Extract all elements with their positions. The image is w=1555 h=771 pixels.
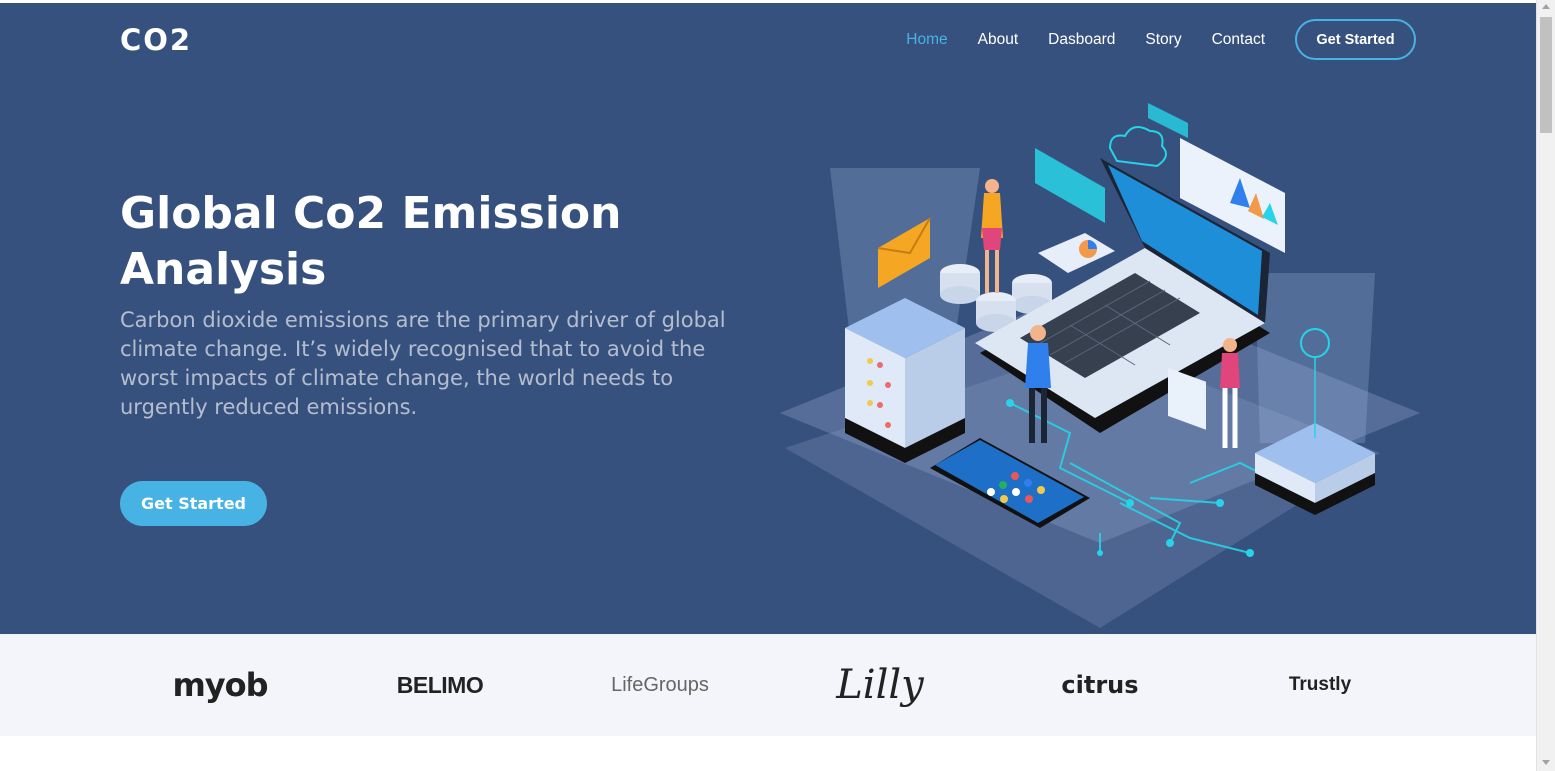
client-logo-lilly: Lilly (836, 662, 924, 708)
scrollbar-thumb[interactable] (1540, 17, 1552, 133)
scroll-down-icon[interactable] (1542, 760, 1550, 765)
clients-section: myob BELIMO LifeGroups Lilly citrus Trus… (0, 634, 1536, 736)
page-scrollbar[interactable] (1536, 0, 1555, 771)
hero-description: Carbon dioxide emissions are the primary… (120, 308, 726, 419)
nav-home[interactable]: Home (906, 31, 947, 49)
hero-title: Global Co2 Emission Analysis (120, 188, 622, 295)
scroll-up-icon[interactable] (1542, 4, 1550, 9)
client-logo-citrus: citrus (1061, 671, 1139, 699)
header-get-started-button[interactable]: Get Started (1295, 19, 1416, 60)
hero-get-started-button[interactable]: Get Started (120, 481, 267, 526)
nav-story[interactable]: Story (1145, 31, 1181, 49)
main-nav: Home About Dasboard Story Contact Get St… (876, 19, 1416, 60)
site-logo[interactable]: CO2 (120, 23, 192, 57)
client-logo-myob: myob (172, 666, 268, 704)
nav-contact[interactable]: Contact (1212, 31, 1265, 49)
nav-about[interactable]: About (978, 31, 1019, 49)
client-logo-lifegroups: LifeGroups (611, 673, 709, 696)
nav-dashboard[interactable]: Dasboard (1048, 31, 1115, 49)
hero-section: CO2 Home About Dasboard Story Contact Ge… (0, 3, 1536, 634)
isometric-data-illustration-icon (780, 103, 1420, 628)
client-logo-trustly: Trustly (1288, 674, 1352, 695)
page: CO2 Home About Dasboard Story Contact Ge… (0, 0, 1536, 771)
client-logo-belimo: BELIMO (396, 671, 484, 698)
